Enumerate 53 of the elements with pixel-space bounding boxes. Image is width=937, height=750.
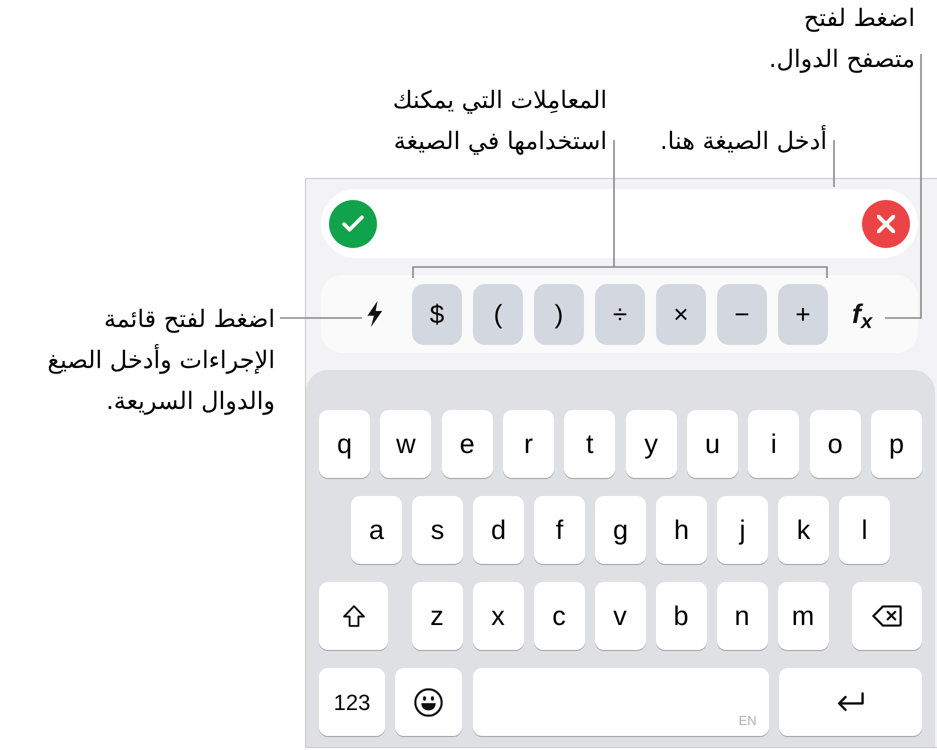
letter-key[interactable]: w — [380, 410, 432, 478]
letter-key[interactable]: c — [534, 582, 584, 650]
letter-key[interactable]: t — [564, 410, 616, 478]
backspace-icon — [872, 605, 902, 627]
letter-key[interactable]: i — [748, 410, 800, 478]
letter-key[interactable]: u — [686, 410, 738, 478]
letter-key[interactable]: p — [870, 410, 922, 478]
letter-key[interactable]: r — [502, 410, 554, 478]
operator-key[interactable]: + — [778, 284, 828, 344]
formula-field[interactable] — [321, 189, 918, 258]
callout-text: المعامِلات التي يمكنك استخدامها في الصيغة — [392, 85, 607, 157]
letter-key[interactable]: j — [717, 496, 768, 564]
lightning-icon[interactable] — [366, 301, 383, 327]
operator-key[interactable]: × — [656, 284, 706, 344]
letter-key[interactable]: b — [656, 582, 706, 650]
functions-button[interactable]: f$_{x}$ — [852, 300, 872, 328]
leader-line — [833, 140, 835, 187]
operator-key[interactable]: ( — [473, 284, 523, 344]
letter-key[interactable]: x — [472, 582, 524, 650]
letter-key[interactable]: o — [810, 410, 861, 478]
shift-key[interactable] — [319, 582, 388, 650]
emoji-key[interactable] — [395, 668, 462, 736]
delete-key[interactable] — [852, 582, 922, 650]
callout-text: اضغط لفتح قائمة الإجراءات وأدخل الصيغ والدوال السريعة. — [47, 304, 275, 417]
letter-key[interactable]: m — [778, 582, 828, 650]
letter-key[interactable]: s — [412, 496, 463, 564]
cancel-button[interactable] — [862, 200, 910, 248]
letter-key[interactable]: z — [412, 582, 462, 650]
return-icon — [836, 692, 864, 712]
numbers-key[interactable]: 123 — [319, 668, 385, 736]
letter-key[interactable]: y — [626, 410, 677, 478]
letter-key[interactable]: f — [534, 496, 585, 564]
letter-key[interactable]: h — [656, 496, 707, 564]
letter-key[interactable]: v — [594, 582, 646, 650]
letter-key[interactable]: e — [442, 410, 493, 478]
letter-key[interactable]: k — [778, 496, 829, 564]
shift-icon — [342, 605, 364, 627]
operator-key[interactable]: ) — [534, 284, 584, 344]
letter-key[interactable]: l — [839, 496, 890, 564]
letter-key[interactable]: a — [351, 496, 402, 564]
letter-key[interactable]: g — [595, 496, 646, 564]
letter-key[interactable]: q — [319, 410, 370, 478]
operator-key[interactable]: − — [717, 284, 767, 344]
accept-button[interactable] — [329, 200, 377, 248]
letter-key[interactable]: n — [716, 582, 768, 650]
callout-text: أدخل الصيغة هنا. — [660, 124, 827, 157]
smiley-icon — [414, 688, 444, 716]
operator-key[interactable]: ÷ — [595, 284, 645, 344]
checkmark-icon — [342, 215, 364, 232]
close-icon — [877, 214, 895, 232]
letter-key[interactable]: d — [473, 496, 524, 564]
operator-key[interactable]: $ — [412, 284, 462, 344]
callout-text: اضغط لفتح متصفح الدوال. — [768, 3, 915, 75]
